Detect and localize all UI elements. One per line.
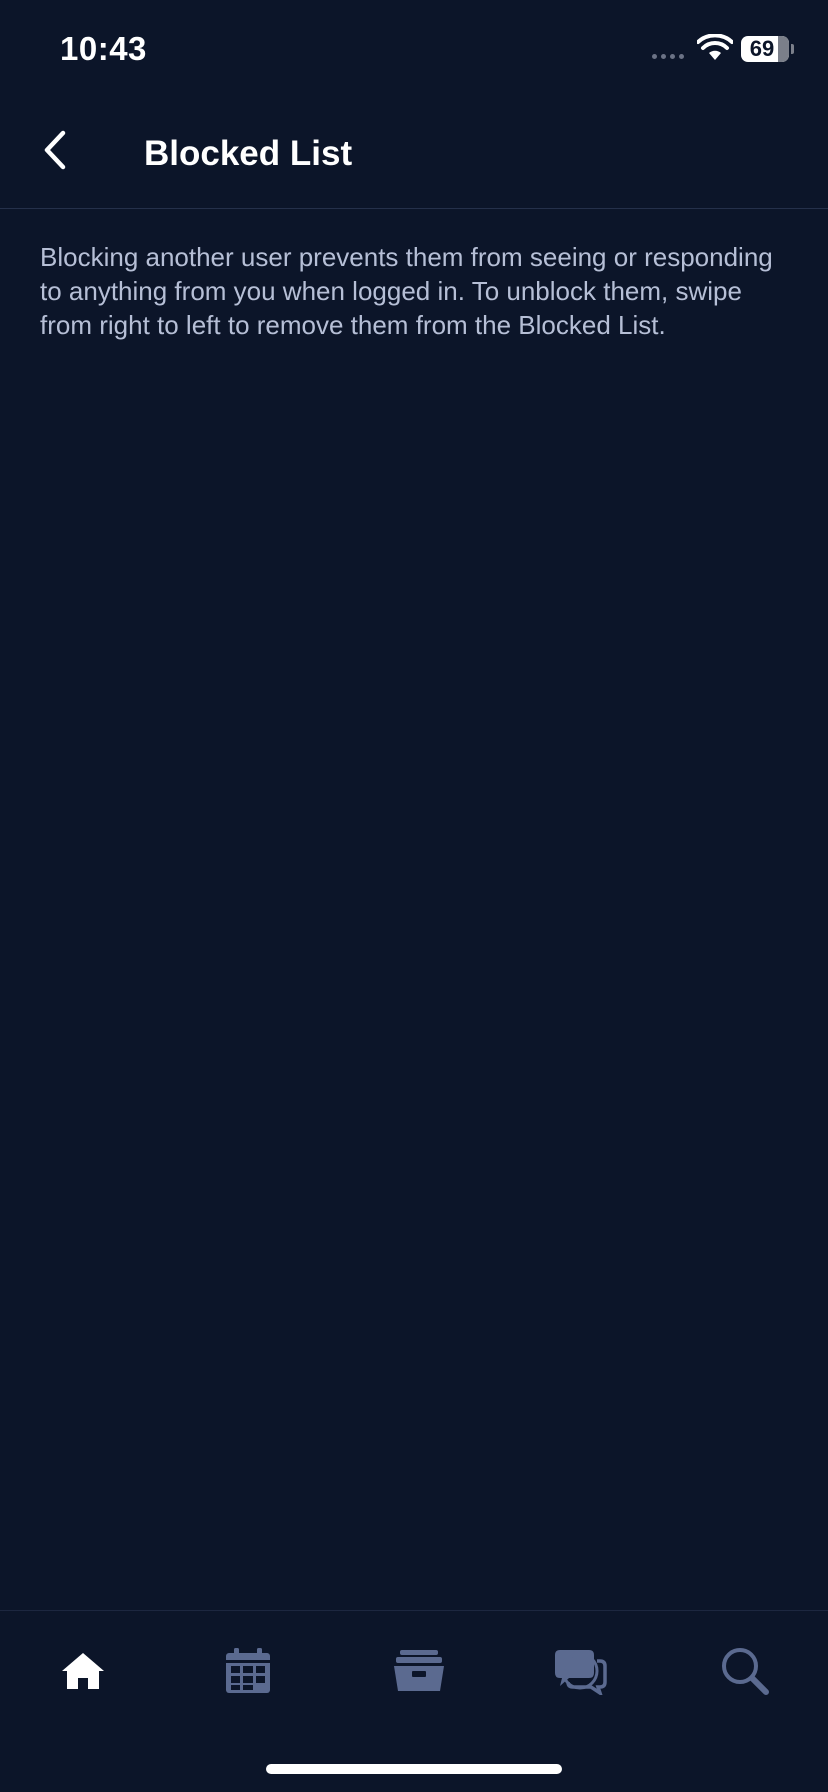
- inbox-tray-icon: [394, 1650, 444, 1691]
- calendar-icon: [226, 1648, 270, 1693]
- chevron-left-icon: [44, 130, 66, 170]
- cellular-signal-icon: [652, 54, 684, 59]
- back-button[interactable]: [30, 120, 80, 180]
- tab-messages[interactable]: [545, 1641, 615, 1701]
- battery-icon: 69: [741, 36, 789, 62]
- chat-icon: [555, 1650, 607, 1695]
- nav-header: Blocked List: [0, 100, 828, 209]
- blocked-list-description: Blocking another user prevents them from…: [40, 242, 773, 340]
- tab-search[interactable]: [710, 1641, 780, 1701]
- tab-calendar[interactable]: [213, 1641, 283, 1701]
- search-icon: [722, 1648, 769, 1695]
- wifi-icon: [697, 34, 733, 60]
- status-bar: 10:43 69: [0, 0, 828, 100]
- battery-tip: [791, 44, 794, 54]
- tab-archive[interactable]: [384, 1641, 454, 1701]
- battery-percent: 69: [749, 36, 775, 61]
- home-icon: [62, 1653, 104, 1689]
- page-title: Blocked List: [144, 134, 353, 173]
- tab-home[interactable]: [48, 1641, 118, 1701]
- home-indicator[interactable]: [266, 1764, 562, 1774]
- screen: 10:43 69 Blocked List Blocking another u…: [0, 0, 828, 1792]
- status-time: 10:43: [60, 30, 147, 67]
